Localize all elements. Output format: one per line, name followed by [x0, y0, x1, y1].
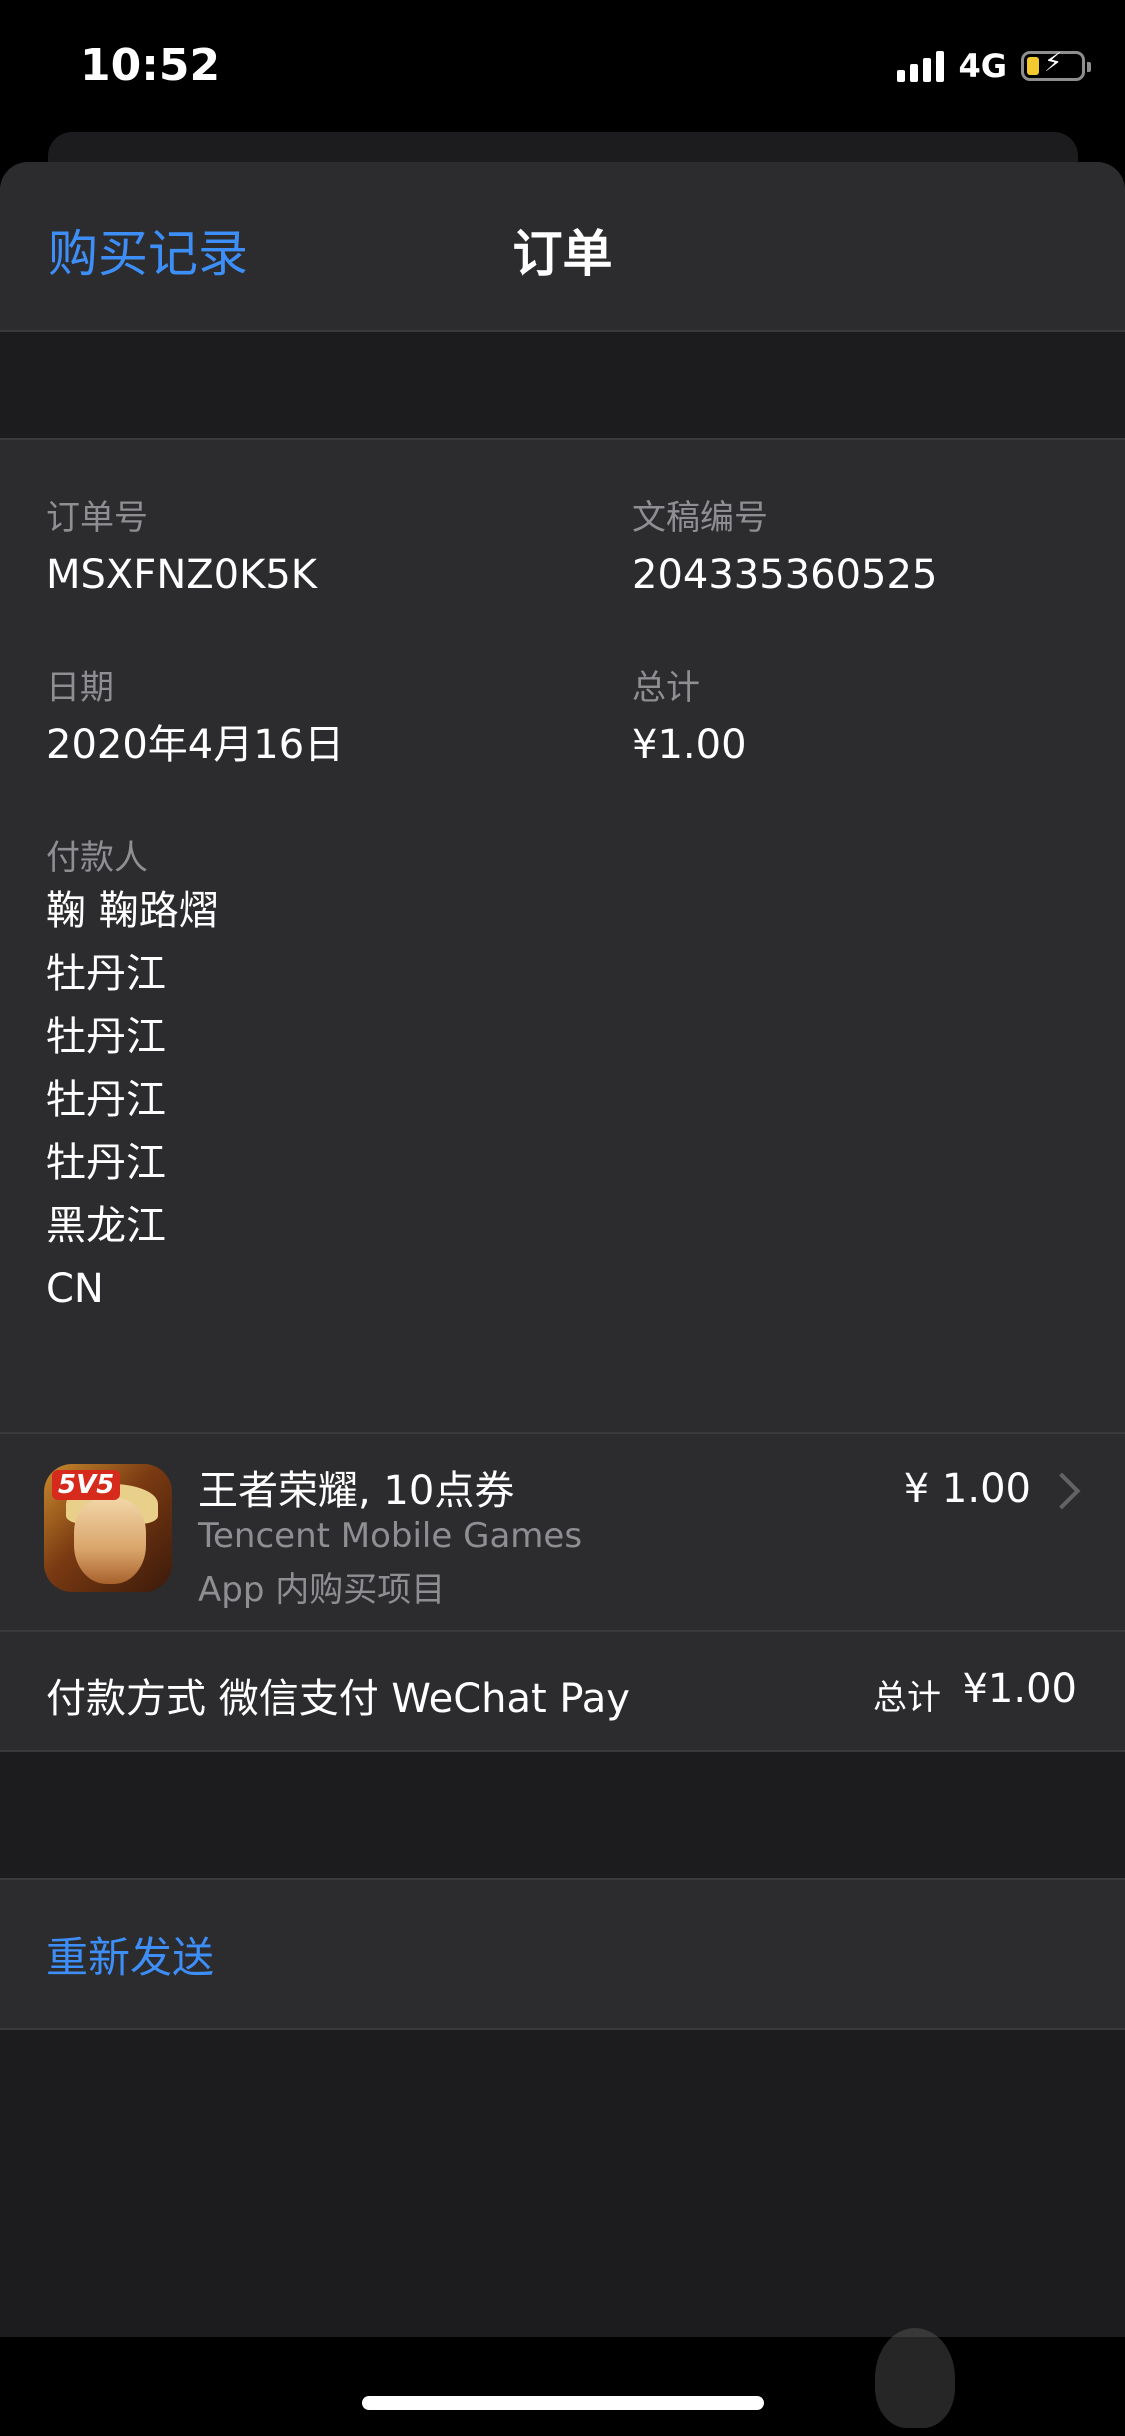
page-title: 订单 [512, 225, 613, 283]
item-developer: Tencent Mobile Games [198, 1516, 583, 1556]
network-type: 4G [958, 47, 1007, 85]
item-price: ¥ 1.00 [903, 1466, 1031, 1512]
resend-row: 重新发送 [0, 1880, 1125, 2030]
status-time: 10:52 [80, 40, 221, 91]
purchase-item-row[interactable]: 5V5 王者荣耀, 10点券 Tencent Mobile Games App … [0, 1432, 1125, 1632]
payer-line: 牡丹江 [46, 1077, 166, 1123]
resend-button[interactable]: 重新发送 [46, 1924, 214, 1985]
date-value: 2020年4月16日 [46, 722, 345, 768]
order-id-field: 订单号 MSXFNZ0K5K [46, 496, 317, 602]
home-indicator[interactable] [362, 2396, 764, 2410]
payer-field: 付款人 鞠 鞠路熠 牡丹江 牡丹江 牡丹江 牡丹江 黑龙江 CN [46, 836, 219, 1321]
status-bar: 10:52 4G ⚡ [0, 0, 1125, 140]
chevron-right-icon [1043, 1472, 1081, 1510]
app-icon: 5V5 [44, 1464, 172, 1592]
payer-line: CN [46, 1266, 104, 1312]
payer-line: 黑龙江 [46, 1203, 166, 1249]
battery-icon: ⚡ [1021, 48, 1091, 81]
item-type: App 内购买项目 [198, 1570, 446, 1610]
section-spacer [0, 1752, 1125, 1880]
status-indicators: 4G ⚡ [897, 46, 1091, 86]
total-label: 总计 [632, 668, 700, 708]
section-spacer [0, 332, 1125, 440]
watermark-logo [875, 2320, 1095, 2436]
payer-line: 鞠 鞠路熠 [46, 888, 219, 934]
payment-method: 付款方式 微信支付 WeChat Pay [46, 1676, 630, 1722]
payer-address: 鞠 鞠路熠 牡丹江 牡丹江 牡丹江 牡丹江 黑龙江 CN [46, 880, 219, 1321]
cat-logo-icon [875, 2328, 955, 2428]
total-value: ¥1.00 [632, 722, 747, 768]
app-icon-badge: 5V5 [52, 1470, 121, 1500]
order-id-value: MSXFNZ0K5K [46, 552, 317, 598]
payer-label: 付款人 [46, 838, 148, 878]
date-field: 日期 2020年4月16日 [46, 666, 344, 772]
payer-line: 牡丹江 [46, 1014, 166, 1060]
total-field: 总计 ¥1.00 [632, 666, 747, 772]
payment-total-label: 总计 [873, 1678, 941, 1718]
item-title: 王者荣耀, 10点券 [198, 1468, 515, 1514]
payer-line: 牡丹江 [46, 951, 166, 997]
document-number-field: 文稿编号 204335360525 [632, 496, 937, 602]
document-number-value: 204335360525 [632, 552, 938, 598]
payment-total-value: ¥1.00 [962, 1666, 1077, 1712]
order-id-label: 订单号 [46, 498, 148, 538]
navigation-bar: 购买记录 订单 [0, 162, 1125, 332]
order-sheet: 购买记录 订单 订单号 MSXFNZ0K5K 文稿编号 204335360525… [0, 162, 1125, 2337]
document-number-label: 文稿编号 [632, 498, 768, 538]
payment-row: 付款方式 微信支付 WeChat Pay 总计 ¥1.00 [0, 1632, 1125, 1752]
payer-line: 牡丹江 [46, 1140, 166, 1186]
order-details: 订单号 MSXFNZ0K5K 文稿编号 204335360525 日期 2020… [0, 440, 1125, 1432]
signal-icon [897, 50, 945, 82]
date-label: 日期 [46, 668, 114, 708]
